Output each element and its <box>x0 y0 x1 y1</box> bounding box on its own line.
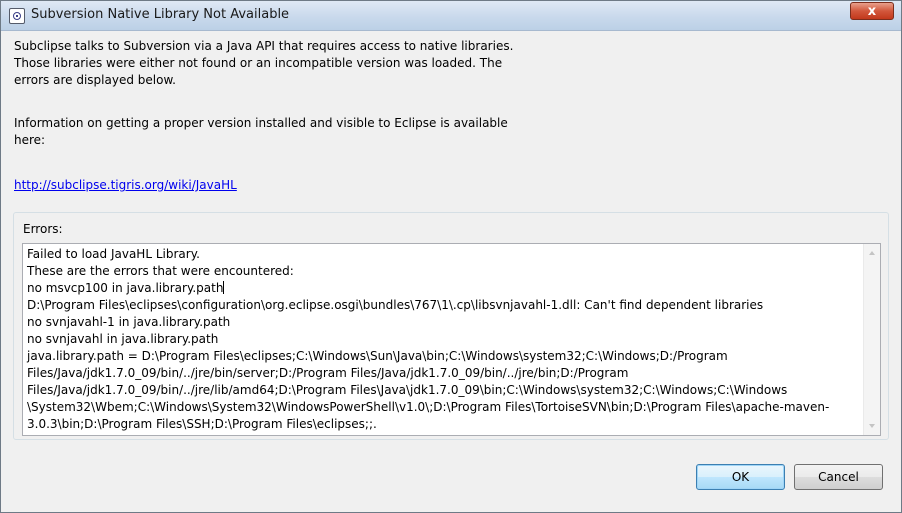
error-line: no msvcp100 in java.library.path <box>27 280 857 297</box>
errors-text: Failed to load JavaHL Library. These are… <box>27 246 857 433</box>
errors-group-title: Errors: <box>23 222 63 236</box>
scroll-up-arrow-icon[interactable] <box>869 251 875 255</box>
text-caret <box>223 281 225 294</box>
error-line: Files/Java/jdk1.7.0_09/bin/../jre/bin/se… <box>27 366 629 380</box>
ok-button[interactable]: OK <box>696 464 785 490</box>
title-bar[interactable]: Subversion Native Library Not Available … <box>1 1 901 31</box>
javahl-wiki-link[interactable]: http://subclipse.tigris.org/wiki/JavaHL <box>14 177 237 193</box>
error-line: 3.0.3\bin;D:\Program Files\SSH;D:\Progra… <box>27 417 377 431</box>
message-line-2: Those libraries were either not found or… <box>14 56 503 70</box>
errors-vertical-scrollbar[interactable] <box>863 244 880 435</box>
dialog-window: Subversion Native Library Not Available … <box>0 0 902 513</box>
error-line: Files/Java/jdk1.7.0_09/bin/../jre/lib/am… <box>27 383 788 397</box>
error-line: no svnjavahl-1 in java.library.path <box>27 315 231 329</box>
error-line: \System32\Wbem;C:\Windows\System32\Windo… <box>27 400 830 414</box>
cancel-button[interactable]: Cancel <box>794 464 883 490</box>
error-line: These are the errors that were encounter… <box>27 264 294 278</box>
subclipse-app-icon <box>9 8 25 24</box>
error-line: Failed to load JavaHL Library. <box>27 247 200 261</box>
error-line: no svnjavahl in java.library.path <box>27 332 219 346</box>
error-line: java.library.path = D:\Program Files\ecl… <box>27 349 728 363</box>
message-line-1: Subclipse talks to Subversion via a Java… <box>14 39 514 53</box>
info-line-1: Information on getting a proper version … <box>14 116 508 130</box>
message-line-3: errors are displayed below. <box>14 73 176 87</box>
scroll-down-arrow-icon[interactable] <box>869 424 875 428</box>
errors-textarea[interactable]: Failed to load JavaHL Library. These are… <box>22 243 881 436</box>
info-line-2: here: <box>14 133 46 147</box>
close-button[interactable]: x <box>850 2 894 20</box>
error-line-text: no msvcp100 in java.library.path <box>27 281 224 295</box>
error-line: D:\Program Files\eclipses\configuration\… <box>27 298 764 312</box>
window-title: Subversion Native Library Not Available <box>31 7 290 22</box>
